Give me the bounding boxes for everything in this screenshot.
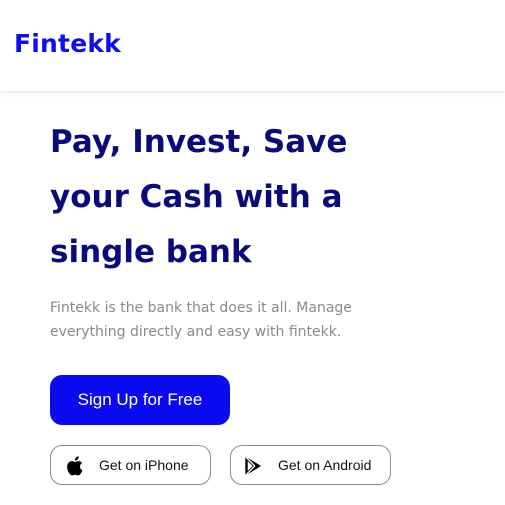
iphone-button-label: Get on iPhone <box>99 457 189 473</box>
apple-icon <box>67 456 83 476</box>
get-on-android-button[interactable]: Get on Android <box>230 445 391 485</box>
brand-logo[interactable]: Fintekk <box>14 28 121 60</box>
google-play-icon <box>245 456 262 476</box>
hero-description-line-2: everything directly and easy with fintek… <box>50 324 342 340</box>
hero-title-line-1: Pay, Invest, Save <box>50 124 348 160</box>
hero-description: Fintekk is the bank that does it all. Ma… <box>50 296 410 344</box>
site-header: Fintekk <box>0 0 505 92</box>
hero-description-line-1: Fintekk is the bank that does it all. Ma… <box>50 300 352 316</box>
hero-title-line-3: single bank <box>50 234 252 270</box>
hero-title: Pay, Invest, Save your Cash with a singl… <box>50 115 390 280</box>
android-button-label: Get on Android <box>278 457 372 473</box>
get-on-iphone-button[interactable]: Get on iPhone <box>50 445 211 485</box>
sign-up-button[interactable]: Sign Up for Free <box>50 375 230 425</box>
hero-title-line-2: your Cash with a <box>50 179 343 215</box>
